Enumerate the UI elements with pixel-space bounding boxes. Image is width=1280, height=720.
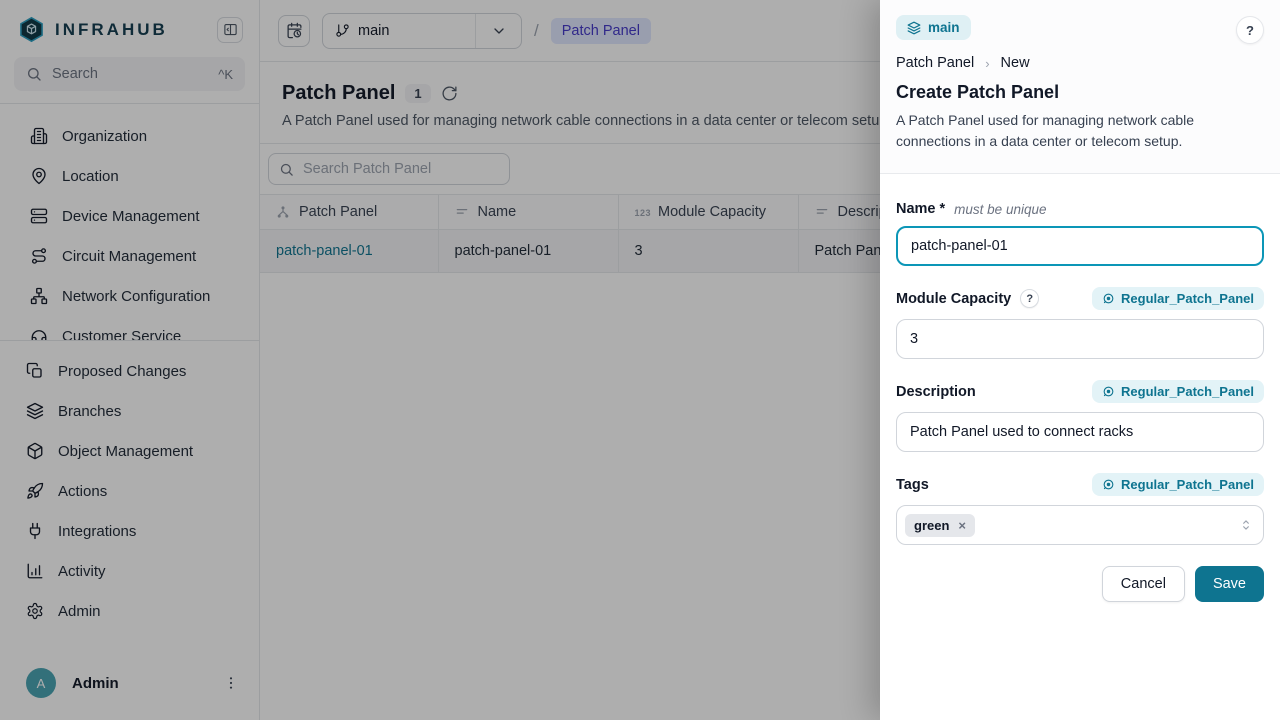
field-tags: Tags Regular_Patch_Panel green × [896, 473, 1264, 545]
drawer-header: main ? Patch Panel › New Create Patch Pa… [880, 0, 1280, 174]
create-patch-panel-drawer: main ? Patch Panel › New Create Patch Pa… [880, 0, 1280, 720]
description-label: Description [896, 384, 976, 400]
name-hint: must be unique [954, 202, 1046, 217]
field-description: Description Regular_Patch_Panel [896, 380, 1264, 452]
drawer-breadcrumb-parent: Patch Panel [896, 55, 974, 71]
description-profile-badge[interactable]: Regular_Patch_Panel [1092, 380, 1264, 403]
profile-icon [1102, 478, 1115, 491]
chevron-right-icon: › [985, 56, 989, 71]
cancel-button[interactable]: Cancel [1102, 566, 1185, 602]
drawer-actions: Cancel Save [896, 566, 1264, 602]
create-patch-panel-form: Name * must be unique Module Capacity ? … [880, 174, 1280, 720]
drawer-breadcrumb: Patch Panel › New [896, 55, 1264, 71]
drawer-branch-badge[interactable]: main [896, 15, 971, 40]
save-button[interactable]: Save [1195, 566, 1264, 602]
tags-label: Tags [896, 477, 929, 493]
profile-icon [1102, 385, 1115, 398]
tags-select[interactable]: green × [896, 505, 1264, 545]
name-input[interactable] [896, 226, 1264, 266]
drawer-title: Create Patch Panel [896, 82, 1264, 103]
module-capacity-input[interactable] [896, 319, 1264, 359]
chevrons-up-down-icon [1239, 518, 1253, 532]
help-button[interactable]: ? [1236, 16, 1264, 44]
tag-chip-label: green [914, 518, 949, 533]
tag-remove-icon[interactable]: × [958, 519, 966, 532]
description-input[interactable] [896, 412, 1264, 452]
field-name: Name * must be unique [896, 201, 1264, 266]
tags-profile-badge[interactable]: Regular_Patch_Panel [1092, 473, 1264, 496]
tag-chip-green: green × [905, 514, 975, 537]
drawer-description: A Patch Panel used for managing network … [896, 110, 1231, 152]
drawer-breadcrumb-current: New [1001, 55, 1030, 71]
drawer-branch-name: main [928, 20, 960, 35]
infrahub-app: INFRAHUB Search ^K Organization [0, 0, 1280, 720]
module-capacity-label: Module Capacity [896, 291, 1011, 307]
layers-icon [907, 21, 921, 35]
profile-icon [1102, 292, 1115, 305]
field-module-capacity: Module Capacity ? Regular_Patch_Panel [896, 287, 1264, 359]
module-capacity-help-icon[interactable]: ? [1020, 289, 1039, 308]
name-label: Name * [896, 201, 945, 217]
module-capacity-profile-badge[interactable]: Regular_Patch_Panel [1092, 287, 1264, 310]
